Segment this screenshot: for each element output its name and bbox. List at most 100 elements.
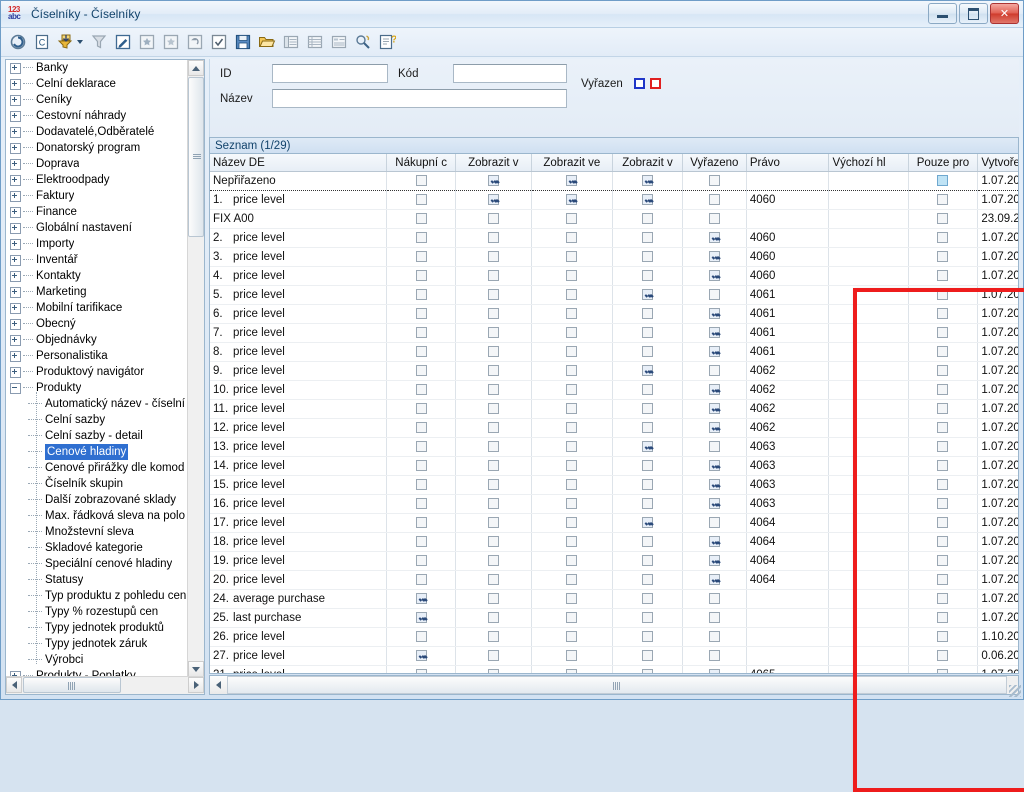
tree-node-child[interactable]: Číselník skupin [6, 476, 188, 492]
checkbox-nakupni[interactable] [415, 270, 427, 282]
refresh-icon[interactable] [7, 31, 29, 53]
tree-node-root[interactable]: Banky [6, 60, 188, 76]
cell-zobrazit-3[interactable] [612, 209, 683, 229]
cell-nakupni-cena[interactable] [386, 437, 456, 457]
checkbox-zobrazit-1[interactable] [487, 308, 499, 320]
checkbox-zobrazit-2[interactable] [566, 574, 578, 586]
save-icon[interactable] [232, 31, 254, 53]
cell-pouze-pro[interactable] [908, 627, 979, 647]
table-row[interactable]: 10.price level40621.07.200POJ04.04.201RV [210, 380, 1018, 400]
cell-nakupni-cena[interactable] [386, 570, 456, 590]
checkbox-vyrazeno[interactable] [708, 574, 720, 586]
vyrazen-blue-checkbox[interactable] [634, 78, 645, 89]
cell-vytvoreno[interactable]: 1.07.200 [977, 437, 1018, 457]
checkbox-zobrazit-2[interactable] [566, 289, 578, 301]
table-row[interactable]: 3.price level40601.07.200POJ04.04.201RV [210, 247, 1018, 267]
checkbox-nakupni[interactable] [415, 631, 427, 643]
tree-scroll-down-button[interactable] [188, 661, 204, 677]
cell-vychozi-hladina[interactable] [828, 646, 909, 666]
close-button[interactable]: ✕ [990, 3, 1019, 24]
cell-vytvoreno[interactable]: 1.07.200 [977, 456, 1018, 476]
checkbox-nakupni[interactable] [415, 669, 427, 673]
tree-node-child[interactable]: Automatický název - číselní [6, 396, 188, 412]
tree-node-root[interactable]: Faktury [6, 188, 188, 204]
checkbox-zobrazit-3[interactable] [641, 327, 653, 339]
cell-pouze-pro[interactable] [908, 665, 979, 673]
checkbox-nakupni[interactable] [415, 175, 427, 187]
tree-node-child[interactable]: Typy % rozestupů cen [6, 604, 188, 620]
cell-vychozi-hladina[interactable] [828, 342, 909, 362]
checkbox-zobrazit-3[interactable] [641, 194, 653, 206]
checkbox-vyrazeno[interactable] [708, 612, 720, 624]
tree-node-root[interactable]: Cestovní náhrady [6, 108, 188, 124]
checkbox-nakupni[interactable] [415, 422, 427, 434]
cell-pouze-pro[interactable] [908, 361, 979, 381]
cell-nakupni-cena[interactable] [386, 475, 456, 495]
checkbox-pouze-pro[interactable] [937, 536, 949, 548]
cell-pouze-pro[interactable] [908, 266, 979, 286]
cell-zobrazit-1[interactable] [455, 627, 532, 647]
cell-zobrazit-3[interactable] [612, 266, 683, 286]
checkbox-pouze-pro[interactable] [937, 479, 949, 491]
table-row[interactable]: 6.price level40611.07.200POJ04.04.201RV [210, 304, 1018, 324]
expand-icon[interactable] [10, 158, 21, 170]
cell-vychozi-hladina[interactable] [828, 494, 909, 514]
cell-nazev[interactable]: 27. price level [210, 646, 388, 666]
grid-column-header[interactable]: Právo [746, 154, 830, 172]
cell-pravo[interactable] [746, 608, 830, 628]
checkbox-vyrazeno[interactable] [708, 441, 720, 453]
checkbox-pouze-pro[interactable] [937, 593, 949, 605]
grid-column-header[interactable]: Vyřazeno [682, 154, 747, 172]
nazev-input[interactable] [273, 90, 566, 107]
cell-pouze-pro[interactable] [908, 494, 979, 514]
checkbox-pouze-pro[interactable] [937, 612, 949, 624]
cell-vyrazeno[interactable] [682, 380, 747, 400]
checkbox-zobrazit-3[interactable] [641, 536, 653, 548]
cell-vyrazeno[interactable] [682, 513, 747, 533]
checkbox-zobrazit-2[interactable] [566, 650, 578, 662]
cell-nakupni-cena[interactable] [386, 171, 456, 191]
checkbox-vyrazeno[interactable] [708, 669, 720, 673]
grid-horizontal-scrollbar[interactable] [209, 675, 1019, 695]
cell-zobrazit-1[interactable] [455, 570, 532, 590]
expand-icon[interactable] [10, 174, 21, 186]
checkbox-vyrazeno[interactable] [708, 555, 720, 567]
id-input[interactable] [273, 65, 387, 82]
cell-zobrazit-3[interactable] [612, 551, 683, 571]
checkbox-vyrazeno[interactable] [708, 251, 720, 263]
cell-vyrazeno[interactable] [682, 171, 747, 191]
cell-vyrazeno[interactable] [682, 475, 747, 495]
cell-pravo[interactable]: 4065 [746, 665, 830, 673]
tree-node-child[interactable]: Typy jednotek produktů [6, 620, 188, 636]
checkbox-zobrazit-2[interactable] [566, 384, 578, 396]
cell-pravo[interactable]: 4063 [746, 494, 830, 514]
cell-vytvoreno[interactable]: 1.07.200 [977, 475, 1018, 495]
cell-pravo[interactable]: 4064 [746, 551, 830, 571]
filter-import-icon[interactable] [55, 31, 77, 53]
checkbox-zobrazit-3[interactable] [641, 213, 653, 225]
cell-nazev[interactable]: 26. price level [210, 627, 388, 647]
cell-vychozi-hladina[interactable] [828, 665, 909, 673]
checkbox-zobrazit-3[interactable] [641, 555, 653, 567]
checkbox-zobrazit-3[interactable] [641, 517, 653, 529]
checkbox-zobrazit-1[interactable] [487, 327, 499, 339]
cell-zobrazit-1[interactable] [455, 437, 532, 457]
tree-node-root[interactable]: Objednávky [6, 332, 188, 348]
checkbox-nakupni[interactable] [415, 574, 427, 586]
table-row[interactable]: 7.price level40611.07.200POJ04.04.201RV [210, 323, 1018, 343]
checkbox-nakupni[interactable] [415, 498, 427, 510]
checkbox-vyrazeno[interactable] [708, 365, 720, 377]
checkbox-zobrazit-3[interactable] [641, 669, 653, 673]
checkbox-zobrazit-3[interactable] [641, 479, 653, 491]
cell-zobrazit-3[interactable] [612, 437, 683, 457]
checkbox-pouze-pro[interactable] [937, 517, 949, 529]
cell-vychozi-hladina[interactable] [828, 209, 909, 229]
cell-pouze-pro[interactable] [908, 342, 979, 362]
cell-zobrazit-1[interactable] [455, 589, 532, 609]
table-row[interactable]: 15.price level40631.07.200POJ04.04.201RV [210, 475, 1018, 495]
expand-icon[interactable] [10, 366, 21, 378]
cell-zobrazit-2[interactable] [531, 323, 614, 343]
cell-pravo[interactable]: 4061 [746, 304, 830, 324]
table-row[interactable]: 18.price level40641.07.200POJ04.04.201RV [210, 532, 1018, 552]
checkbox-zobrazit-1[interactable] [487, 384, 499, 396]
